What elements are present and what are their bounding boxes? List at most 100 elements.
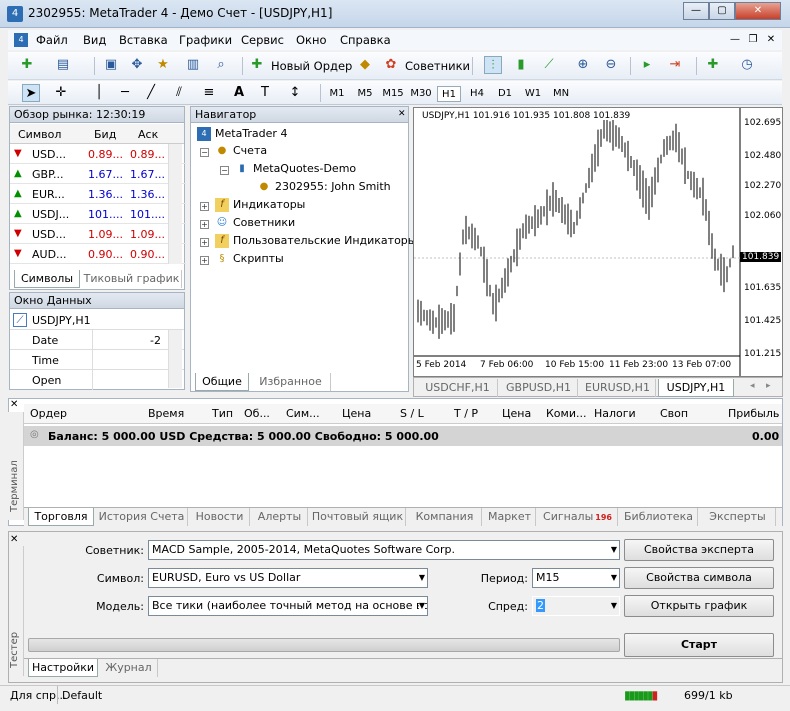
tf-m5[interactable]: M5 xyxy=(353,86,377,102)
periods-icon[interactable]: ◷ xyxy=(738,56,756,74)
symbol-select[interactable]: EURUSD, Euro vs US Dollar ▼ xyxy=(148,568,428,588)
advisors-icon[interactable]: ✿ xyxy=(382,56,400,74)
expand-icon[interactable]: + xyxy=(200,238,209,247)
market-row[interactable]: ▲ GBP... 1.67... 1.67... xyxy=(10,164,186,184)
terminal-tab[interactable]: Новости xyxy=(190,508,250,526)
tester-close-icon[interactable]: ✕ xyxy=(10,534,18,545)
col-symbol[interactable]: Символ xyxy=(18,128,61,141)
tf-h1[interactable]: H1 xyxy=(437,86,461,102)
new-order-button[interactable]: Новый Ордер xyxy=(271,59,352,73)
menu-help[interactable]: Справка xyxy=(340,33,391,47)
period-select[interactable]: M15 ▼ xyxy=(532,568,620,588)
symbol-properties-button[interactable]: Свойства символа xyxy=(624,567,774,589)
tab-journal[interactable]: Журнал xyxy=(100,659,158,677)
menu-file[interactable]: Файл xyxy=(36,33,68,47)
terminal-tab[interactable]: Библиотека xyxy=(620,508,698,526)
trendline-icon[interactable]: ╱ xyxy=(142,84,160,102)
cursor-icon[interactable]: ➤ xyxy=(22,84,40,102)
mdi-restore-icon[interactable]: ❐ xyxy=(746,33,760,47)
chart-tab-eurusd[interactable]: EURUSD,H1 xyxy=(580,379,656,397)
terminal-tab[interactable]: История Счета xyxy=(96,508,188,526)
nav-root[interactable]: 4 MetaTrader 4 xyxy=(197,127,287,141)
tab-settings[interactable]: Настройки xyxy=(28,659,98,677)
close-button[interactable]: ✕ xyxy=(735,2,781,20)
nav-scripts[interactable]: § Скрипты xyxy=(215,252,284,266)
market-watch-scrollbar[interactable] xyxy=(168,144,182,264)
col-ask[interactable]: Аск xyxy=(138,128,158,141)
menu-tools[interactable]: Сервис xyxy=(241,33,284,47)
menu-insert[interactable]: Вставка xyxy=(119,33,168,47)
advisors-button[interactable]: Советники xyxy=(405,59,470,73)
market-row[interactable]: ▼ USD... 0.89... 0.89... xyxy=(10,144,186,164)
expand-icon[interactable]: + xyxy=(200,202,209,211)
terminal-col-header[interactable]: S / L xyxy=(400,407,424,420)
terminal-col-header[interactable]: Цена xyxy=(342,407,371,420)
terminal-tab[interactable]: Маркет xyxy=(484,508,536,526)
tf-h4[interactable]: H4 xyxy=(465,86,489,102)
terminal-icon[interactable]: ▥ xyxy=(184,56,202,74)
tab-common[interactable]: Общие xyxy=(195,373,249,391)
chart-tab-usdjpy[interactable]: USDJPY,H1 xyxy=(658,379,734,397)
expert-properties-button[interactable]: Свойства эксперта xyxy=(624,539,774,561)
advisor-select[interactable]: MACD Sample, 2005-2014, MetaQuotes Softw… xyxy=(148,540,620,560)
market-row[interactable]: ▼ AUD... 0.90... 0.90... xyxy=(10,244,186,264)
bar-chart-icon[interactable]: ⫶ xyxy=(484,56,502,74)
market-watch-icon[interactable]: ▣ xyxy=(102,56,120,74)
terminal-tab[interactable]: Компания xyxy=(408,508,482,526)
channel-icon[interactable]: ⫽ xyxy=(170,84,188,102)
text-label-icon[interactable]: T xyxy=(256,84,274,102)
crosshair-icon[interactable]: ✛ xyxy=(52,84,70,102)
tab-favorites[interactable]: Избранное xyxy=(251,373,331,391)
terminal-col-header[interactable]: T / P xyxy=(454,407,478,420)
nav-server[interactable]: ▮ MetaQuotes-Demo xyxy=(235,162,356,176)
terminal-col-header[interactable]: Об... xyxy=(244,407,270,420)
collapse-icon[interactable]: − xyxy=(200,148,209,157)
nav-custom-indicators[interactable]: f Пользовательские Индикаторы xyxy=(215,234,416,248)
navigator-icon[interactable]: ★ xyxy=(154,56,172,74)
vertical-line-icon[interactable]: │ xyxy=(90,84,108,102)
data-window-icon[interactable]: ✥ xyxy=(128,56,146,74)
candle-chart-icon[interactable]: ▮ xyxy=(512,56,530,74)
terminal-tab[interactable]: Торговля xyxy=(28,508,94,526)
mdi-close-icon[interactable]: ✕ xyxy=(764,33,778,47)
tf-m30[interactable]: M30 xyxy=(409,86,433,102)
menu-window[interactable]: Окно xyxy=(296,33,327,47)
tf-m1[interactable]: M1 xyxy=(325,86,349,102)
tf-mn[interactable]: MN xyxy=(549,86,573,102)
market-row[interactable]: ▼ USD... 1.09... 1.09... xyxy=(10,224,186,244)
auto-scroll-icon[interactable]: ▸ xyxy=(638,56,656,74)
nav-indicators[interactable]: f Индикаторы xyxy=(215,198,305,212)
tab-scroll-left-icon[interactable]: ◂ xyxy=(750,381,755,391)
maximize-button[interactable]: ▢ xyxy=(709,2,735,20)
terminal-col-header[interactable]: Время xyxy=(148,407,184,420)
model-select[interactable]: Все тики (наиболее точный метод на основ… xyxy=(148,596,428,616)
terminal-col-header[interactable]: Цена xyxy=(502,407,531,420)
market-row[interactable]: ▲ EUR... 1.36... 1.36... xyxy=(10,184,186,204)
horizontal-line-icon[interactable]: ─ xyxy=(116,84,134,102)
menu-view[interactable]: Вид xyxy=(83,33,106,47)
terminal-tab[interactable]: Почтовый ящик xyxy=(310,508,406,526)
terminal-tab[interactable]: Эксперты xyxy=(700,508,776,526)
fibonacci-icon[interactable]: ≡ xyxy=(200,84,218,102)
data-window-scrollbar[interactable] xyxy=(168,330,182,388)
line-chart-icon[interactable]: ⟋ xyxy=(540,56,558,74)
terminal-col-header[interactable]: Своп xyxy=(660,407,688,420)
tf-m15[interactable]: M15 xyxy=(381,86,405,102)
terminal-col-header[interactable]: Тип xyxy=(212,407,233,420)
arrows-icon[interactable]: ↕ xyxy=(286,84,304,102)
chart-window[interactable] xyxy=(413,107,783,377)
nav-accounts[interactable]: ● Счета xyxy=(215,144,267,158)
menu-charts[interactable]: Графики xyxy=(179,33,232,47)
terminal-tab[interactable]: Сигналы 196 xyxy=(538,508,618,526)
tester-icon[interactable]: ⌕ xyxy=(212,56,230,74)
indicators-icon[interactable]: ✚ xyxy=(704,56,722,74)
tab-symbols[interactable]: Символы xyxy=(14,270,80,288)
mdi-minimize-icon[interactable]: — xyxy=(728,33,742,47)
terminal-tab[interactable]: Алерты xyxy=(252,508,308,526)
text-icon[interactable]: A xyxy=(230,84,248,102)
chart-shift-icon[interactable]: ⇥ xyxy=(666,56,684,74)
start-button[interactable]: Старт xyxy=(624,633,774,657)
market-row[interactable]: ▲ USDJ... 101.... 101.... xyxy=(10,204,186,224)
new-order-icon[interactable]: ✚ xyxy=(248,56,266,74)
zoom-in-icon[interactable]: ⊕ xyxy=(574,56,592,74)
